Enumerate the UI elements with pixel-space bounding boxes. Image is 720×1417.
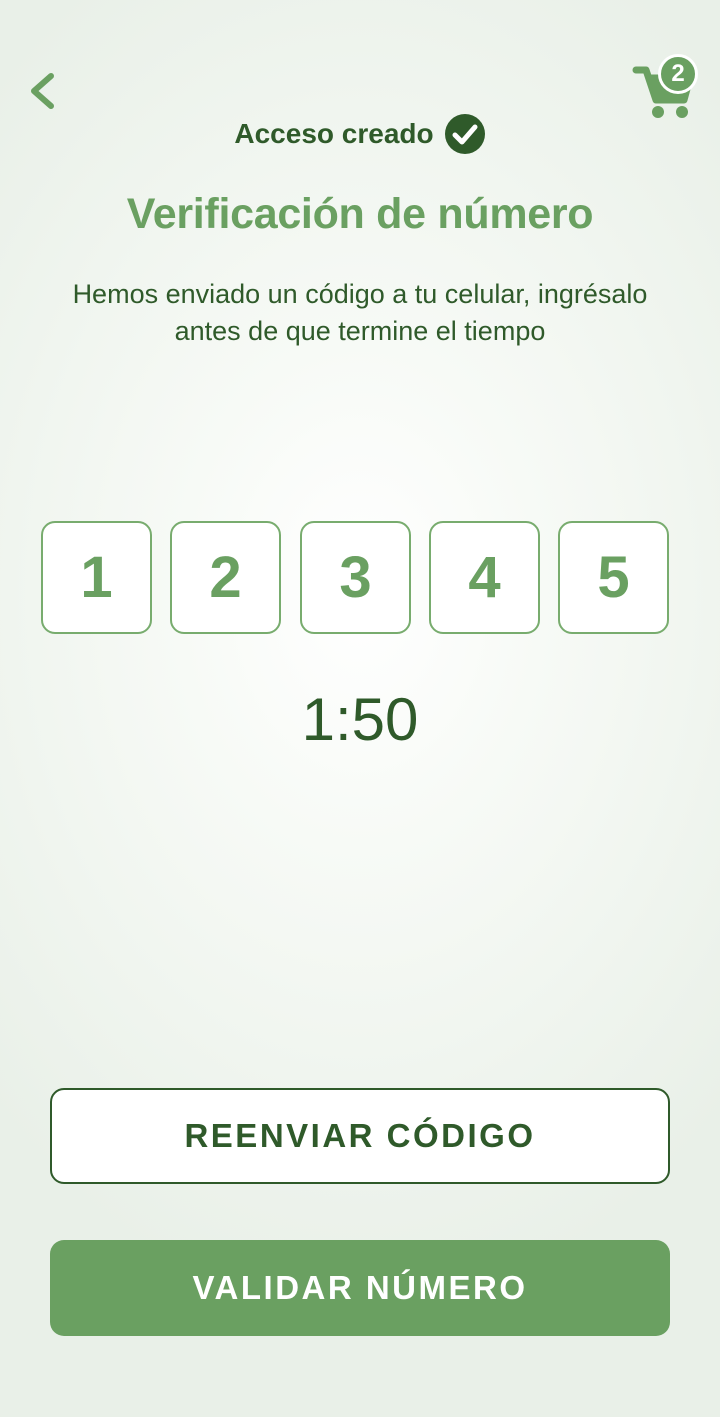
resend-code-button[interactable]: REENVIAR CÓDIGO	[50, 1088, 670, 1184]
check-circle-icon	[444, 114, 485, 154]
code-digit-4[interactable]: 4	[429, 521, 540, 634]
back-button[interactable]	[22, 66, 66, 116]
cart-count-badge: 2	[658, 54, 698, 94]
instructions-line-2: antes de que termine el tiempo	[174, 316, 546, 346]
validate-number-button[interactable]: VALIDAR NÚMERO	[50, 1240, 670, 1336]
code-digit-5[interactable]: 5	[558, 521, 669, 634]
page-title: Verificación de número	[126, 190, 594, 238]
resend-code-label: REENVIAR CÓDIGO	[184, 1117, 536, 1154]
countdown-timer: 1:50	[301, 686, 419, 753]
code-digit-3[interactable]: 3	[300, 521, 411, 634]
status-text: Acceso creado	[234, 118, 434, 149]
code-digit-2[interactable]: 2	[170, 521, 281, 634]
validate-number-label: VALIDAR NÚMERO	[192, 1269, 528, 1306]
instructions-line-1: Hemos enviado un código a tu celular, in…	[72, 279, 648, 309]
code-digit-1[interactable]: 1	[41, 521, 152, 634]
chevron-left-icon	[31, 73, 54, 109]
instructions-text: Hemos enviado un código a tu celular, in…	[40, 276, 680, 350]
status-row: Acceso creado	[0, 112, 720, 156]
